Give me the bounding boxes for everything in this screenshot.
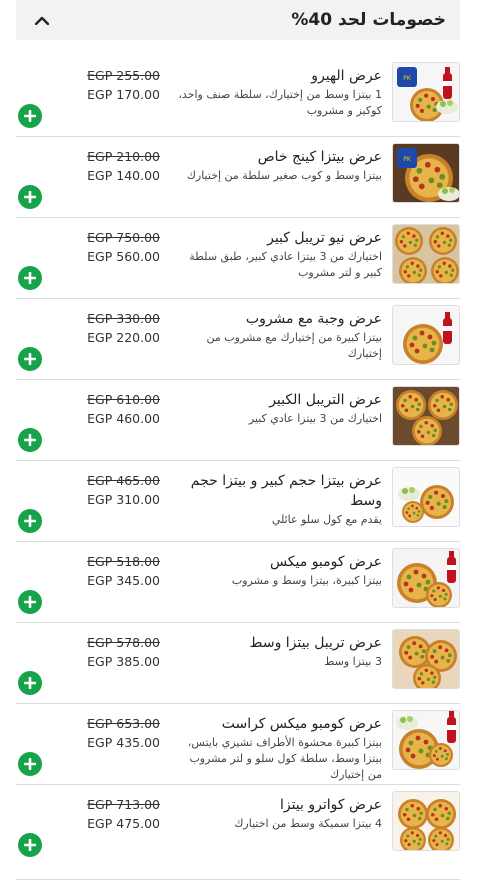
discounted-price: EGP 560.00 <box>87 249 160 264</box>
discounted-price: EGP 170.00 <box>87 87 160 102</box>
chevron-up-icon[interactable] <box>32 10 52 30</box>
section-title: خصومات لحد 40% <box>291 10 446 30</box>
offer-description: 3 بيتزا وسط <box>324 655 382 668</box>
offer-image[interactable] <box>392 548 460 608</box>
plus-icon <box>24 596 36 608</box>
offer-row[interactable]: PK عرض بيتزا كينج خاص بيتزا وسط و كوب صغ… <box>16 137 460 218</box>
add-to-cart-button[interactable] <box>18 509 42 533</box>
offer-row[interactable]: عرض كواترو بيتزا 4 بيتزا سميكة وسط من اخ… <box>16 785 460 880</box>
offer-row[interactable]: عرض التريبل الكبير اختيارك من 3 بيتزا عا… <box>16 380 460 461</box>
offer-image[interactable]: PK <box>392 143 460 203</box>
plus-icon <box>24 434 36 446</box>
original-price: EGP 578.00 <box>87 635 160 650</box>
offer-description: 1 بيتزا وسط من إختيارك، سلطة صنف واحد، ك… <box>178 88 382 117</box>
svg-text:PK: PK <box>403 75 412 82</box>
plus-icon <box>24 110 36 122</box>
plus-icon <box>24 353 36 365</box>
offer-description: بيتزا كبيرة من إختيارك مع مشروب من إختيا… <box>206 331 382 360</box>
offer-description: اختيارك من 3 بيتزا عادي كبير <box>248 412 382 425</box>
offer-description: بيتزا كبيرة محشوة الأطراف تشيزي بايتس، ب… <box>187 736 382 781</box>
discounted-price: EGP 475.00 <box>87 816 160 831</box>
offer-list: PK عرض الهيرو 1 بيتزا وسط من إختيارك، سل… <box>16 56 460 880</box>
original-price: EGP 330.00 <box>87 311 160 326</box>
original-price: EGP 610.00 <box>87 392 160 407</box>
offer-description: اختيارك من 3 بيتزا عادي كبير، طبق سلطة ك… <box>189 250 382 279</box>
offer-name: عرض تريبل بيتزا وسط <box>249 635 382 651</box>
offer-name: عرض وجبة مع مشروب <box>245 311 382 327</box>
discounted-price: EGP 435.00 <box>87 735 160 750</box>
offer-name: عرض كواترو بيتزا <box>279 797 382 813</box>
offer-row[interactable]: PK عرض الهيرو 1 بيتزا وسط من إختيارك، سل… <box>16 56 460 137</box>
offer-row[interactable]: عرض تريبل بيتزا وسط 3 بيتزا وسط EGP 578.… <box>16 623 460 704</box>
original-price: EGP 518.00 <box>87 554 160 569</box>
offer-image[interactable] <box>392 710 460 770</box>
offer-name: عرض نيو تريبل كبير <box>267 230 382 246</box>
offer-name: عرض بيتزا حجم كبير و بيتزا حجم وسط <box>190 473 382 509</box>
add-to-cart-button[interactable] <box>18 752 42 776</box>
offer-description: بيتزا كبيرة، بيتزا وسط و مشروب <box>231 574 382 587</box>
original-price: EGP 210.00 <box>87 149 160 164</box>
discounted-price: EGP 220.00 <box>87 330 160 345</box>
discounted-price: EGP 310.00 <box>87 492 160 507</box>
offer-image[interactable] <box>392 305 460 365</box>
original-price: EGP 465.00 <box>87 473 160 488</box>
plus-icon <box>24 839 36 851</box>
offer-row[interactable]: عرض كومبو ميكس بيتزا كبيرة، بيتزا وسط و … <box>16 542 460 623</box>
plus-icon <box>24 515 36 527</box>
offer-name: عرض التريبل الكبير <box>269 392 382 408</box>
offer-image[interactable] <box>392 386 460 446</box>
offer-row[interactable]: عرض وجبة مع مشروب بيتزا كبيرة من إختيارك… <box>16 299 460 380</box>
add-to-cart-button[interactable] <box>18 266 42 290</box>
offer-image[interactable] <box>392 629 460 689</box>
add-to-cart-button[interactable] <box>18 104 42 128</box>
discounted-price: EGP 140.00 <box>87 168 160 183</box>
discounted-price: EGP 345.00 <box>87 573 160 588</box>
plus-icon <box>24 272 36 284</box>
plus-icon <box>24 191 36 203</box>
add-to-cart-button[interactable] <box>18 671 42 695</box>
add-to-cart-button[interactable] <box>18 833 42 857</box>
add-to-cart-button[interactable] <box>18 428 42 452</box>
original-price: EGP 713.00 <box>87 797 160 812</box>
offer-image[interactable] <box>392 791 460 851</box>
offer-row[interactable]: عرض نيو تريبل كبير اختيارك من 3 بيتزا عا… <box>16 218 460 299</box>
plus-icon <box>24 677 36 689</box>
offer-description: يقدم مع كول سلو عائلي <box>271 513 382 526</box>
section-header[interactable]: خصومات لحد 40% <box>16 0 460 40</box>
discounted-price: EGP 385.00 <box>87 654 160 669</box>
original-price: EGP 750.00 <box>87 230 160 245</box>
original-price: EGP 255.00 <box>87 68 160 83</box>
add-to-cart-button[interactable] <box>18 590 42 614</box>
offer-description: 4 بيتزا سميكة وسط من اختيارك <box>234 817 382 830</box>
offer-row[interactable]: عرض بيتزا حجم كبير و بيتزا حجم وسط يقدم … <box>16 461 460 542</box>
offer-row[interactable]: عرض كومبو ميكس كراست بيتزا كبيرة محشوة ا… <box>16 704 460 785</box>
offer-description: بيتزا وسط و كوب صغير سلطة من إختيارك <box>186 169 382 182</box>
offer-image[interactable] <box>392 467 460 527</box>
discounted-price: EGP 460.00 <box>87 411 160 426</box>
offer-image[interactable]: PK <box>392 62 460 122</box>
offer-name: عرض بيتزا كينج خاص <box>257 149 382 165</box>
original-price: EGP 653.00 <box>87 716 160 731</box>
offer-name: عرض كومبو ميكس <box>269 554 382 570</box>
offer-image[interactable] <box>392 224 460 284</box>
plus-icon <box>24 758 36 770</box>
add-to-cart-button[interactable] <box>18 347 42 371</box>
svg-text:PK: PK <box>403 156 412 163</box>
offer-name: عرض كومبو ميكس كراست <box>221 716 382 732</box>
add-to-cart-button[interactable] <box>18 185 42 209</box>
offer-name: عرض الهيرو <box>311 68 382 84</box>
